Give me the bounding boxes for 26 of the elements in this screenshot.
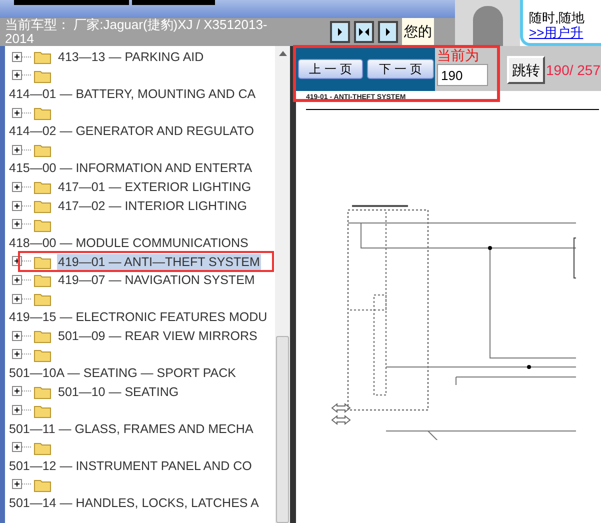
page-count-text: 190/ 257	[546, 61, 600, 80]
next-page-button[interactable]: 下 一 页	[367, 58, 434, 78]
tree-item[interactable]: 414—02 — GENERATOR AND REGULATO	[9, 122, 254, 142]
tree-item[interactable]: 419—15 — ELECTRONIC FEATURES MODU	[9, 308, 268, 327]
tree-item[interactable]: 413—13 — PARKING AID	[57, 49, 205, 66]
previous-page-button[interactable]: 上 一 页	[298, 58, 363, 78]
vehicle-model-text: 当前车型： 厂家:Jaguar(捷豹)XJ / X3512013-2014	[4, 18, 268, 46]
tree-item[interactable]: 415—00 — INFORMATION AND ENTERTA	[9, 159, 252, 178]
upgrade-link[interactable]: >>用户升	[529, 25, 601, 40]
tree-item[interactable]: 417—01 — EXTERIOR LIGHTING	[57, 179, 252, 196]
tree-item[interactable]: 501—09 — REAR VIEW MIRRORS	[57, 328, 258, 344]
tree-item[interactable]: 501—10 — SEATING	[57, 384, 180, 400]
tree-item[interactable]: 501—11 — GLASS, FRAMES AND MECHA	[9, 420, 254, 439]
tree-item[interactable]: 501—14 — HANDLES, LOCKS, LATCHES A	[9, 494, 259, 513]
tree-item[interactable]: 417—02 — INTERIOR LIGHTING	[57, 198, 248, 214]
notice-text: 您的	[402, 18, 434, 46]
banner-text: 随时,随地	[529, 10, 586, 25]
current-page-label: 当前为	[437, 46, 480, 64]
tree-item[interactable]: 501—10A — SEATING — SPORT PACK	[9, 364, 236, 383]
tree-item[interactable]: 414—01 — BATTERY, MOUNTING AND CA	[9, 85, 256, 104]
page-input[interactable]: 190	[437, 64, 488, 86]
tree-item[interactable]: 419—07 — NAVIGATION SYSTEM	[57, 272, 256, 288]
go-button[interactable]: 跳转	[507, 56, 545, 84]
tree-item[interactable]: 419—01 — ANTI—THEFT SYSTEM	[57, 254, 261, 270]
tree-item[interactable]: 501—12 — INSTRUMENT PANEL AND CO	[9, 456, 252, 476]
tree-item[interactable]: 418—00 — MODULE COMMUNICATIONS	[9, 234, 248, 253]
